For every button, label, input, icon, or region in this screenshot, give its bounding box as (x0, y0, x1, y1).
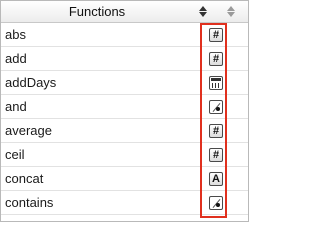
functions-header: Functions (1, 1, 248, 23)
logical-type-icon (209, 99, 223, 114)
number-type-icon (209, 123, 223, 138)
function-name: contains (5, 195, 54, 210)
number-type-icon (209, 147, 223, 162)
functions-panel: Functions abs add addDays and average (0, 0, 249, 222)
number-type-icon (209, 27, 223, 42)
type-sort-arrows-icon[interactable] (224, 4, 238, 20)
function-name: concat (5, 171, 44, 186)
number-type-icon (209, 51, 223, 66)
list-item[interactable]: ceil (1, 143, 248, 167)
function-name: addDays (5, 75, 57, 90)
function-name: and (5, 99, 27, 114)
functions-column-title[interactable]: Functions (1, 4, 193, 19)
list-item[interactable]: add (1, 47, 248, 71)
list-item[interactable]: concat (1, 167, 248, 191)
logical-type-icon (209, 195, 223, 210)
date-type-icon (209, 75, 223, 90)
function-name: average (5, 123, 52, 138)
list-item[interactable]: abs (1, 23, 248, 47)
sort-arrows-icon[interactable] (196, 4, 210, 20)
list-item[interactable]: and (1, 95, 248, 119)
function-name: add (5, 51, 27, 66)
function-name: ceil (5, 147, 25, 162)
list-item[interactable]: contains (1, 191, 248, 215)
function-name: abs (5, 27, 26, 42)
text-type-icon (209, 171, 223, 186)
functions-list: abs add addDays and average ceil concat (1, 23, 248, 215)
list-item[interactable]: average (1, 119, 248, 143)
list-item[interactable]: addDays (1, 71, 248, 95)
